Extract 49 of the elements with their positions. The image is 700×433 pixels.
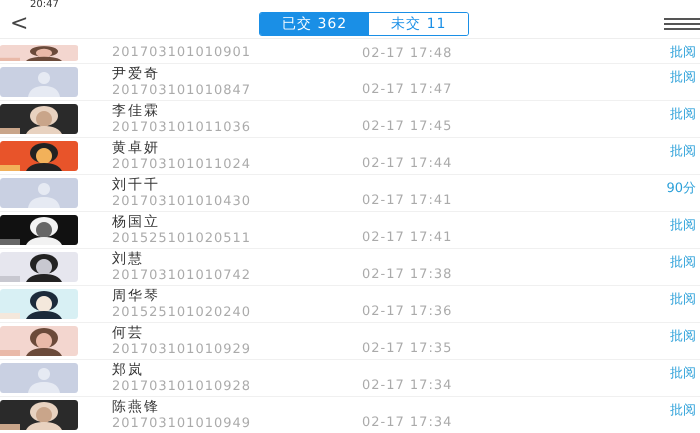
student-name: 何芸	[112, 324, 145, 342]
review-link[interactable]: 批阅	[670, 249, 700, 271]
student-id: 201525101020240	[112, 304, 252, 320]
student-id: 201703101010949	[112, 416, 252, 432]
student-name: 刘慧	[112, 250, 145, 268]
student-name: 黄卓妍	[112, 140, 161, 156]
student-id: 201703101010929	[112, 342, 252, 358]
student-id: 201703101010928	[112, 378, 252, 394]
student-name: 周华琴	[112, 288, 161, 304]
avatar-icon	[0, 67, 78, 97]
submit-time: 02-17 17:36	[362, 304, 454, 321]
submit-time: 02-17 17:34	[362, 378, 454, 395]
review-link[interactable]: 批阅	[670, 64, 700, 86]
submit-time: 02-17 17:47	[362, 82, 454, 99]
student-name: 郑岚	[112, 362, 145, 378]
avatar-icon	[0, 363, 78, 393]
student-name: 陈燕锋	[112, 398, 161, 416]
submit-time: 02-17 17:38	[362, 267, 454, 284]
avatar-icon	[0, 178, 78, 208]
submit-time: 02-17 17:45	[362, 119, 454, 136]
student-id: 201703101010847	[112, 82, 252, 98]
review-link[interactable]: 批阅	[670, 43, 700, 61]
student-name: 李佳霖	[112, 102, 161, 120]
submit-time: 02-17 17:34	[362, 415, 454, 432]
segment-tab[interactable]: 已交 362	[260, 13, 370, 35]
submit-time: 02-17 17:41	[362, 230, 454, 247]
student-id: 201525101020511	[112, 230, 252, 246]
student-name: 刘千千	[112, 176, 161, 194]
submit-time: 02-17 17:41	[362, 193, 454, 210]
student-id: 201703101010742	[112, 268, 252, 284]
student-name: 尹爱奇	[112, 66, 161, 82]
submit-time: 02-17 17:48	[362, 46, 454, 61]
student-id: 201703101010430	[112, 194, 252, 210]
menu-icon[interactable]	[664, 18, 700, 30]
submit-time: 02-17 17:44	[362, 156, 454, 173]
student-name: 杨国立	[112, 214, 161, 230]
submit-time: 02-17 17:35	[362, 341, 454, 358]
review-link[interactable]: 批阅	[670, 286, 700, 308]
student-id: 201703101011036	[112, 120, 252, 136]
review-link[interactable]: 90分	[666, 175, 700, 197]
review-link[interactable]: 批阅	[670, 212, 700, 234]
student-id: 201703101011024	[112, 156, 252, 172]
student-id: 201703101010901	[112, 45, 252, 61]
review-link[interactable]: 批阅	[670, 138, 700, 160]
review-link[interactable]: 批阅	[670, 397, 700, 419]
back-button[interactable]: <	[4, 12, 34, 36]
review-link[interactable]: 批阅	[670, 360, 700, 382]
review-link[interactable]: 批阅	[670, 101, 700, 123]
review-link[interactable]: 批阅	[670, 323, 700, 345]
